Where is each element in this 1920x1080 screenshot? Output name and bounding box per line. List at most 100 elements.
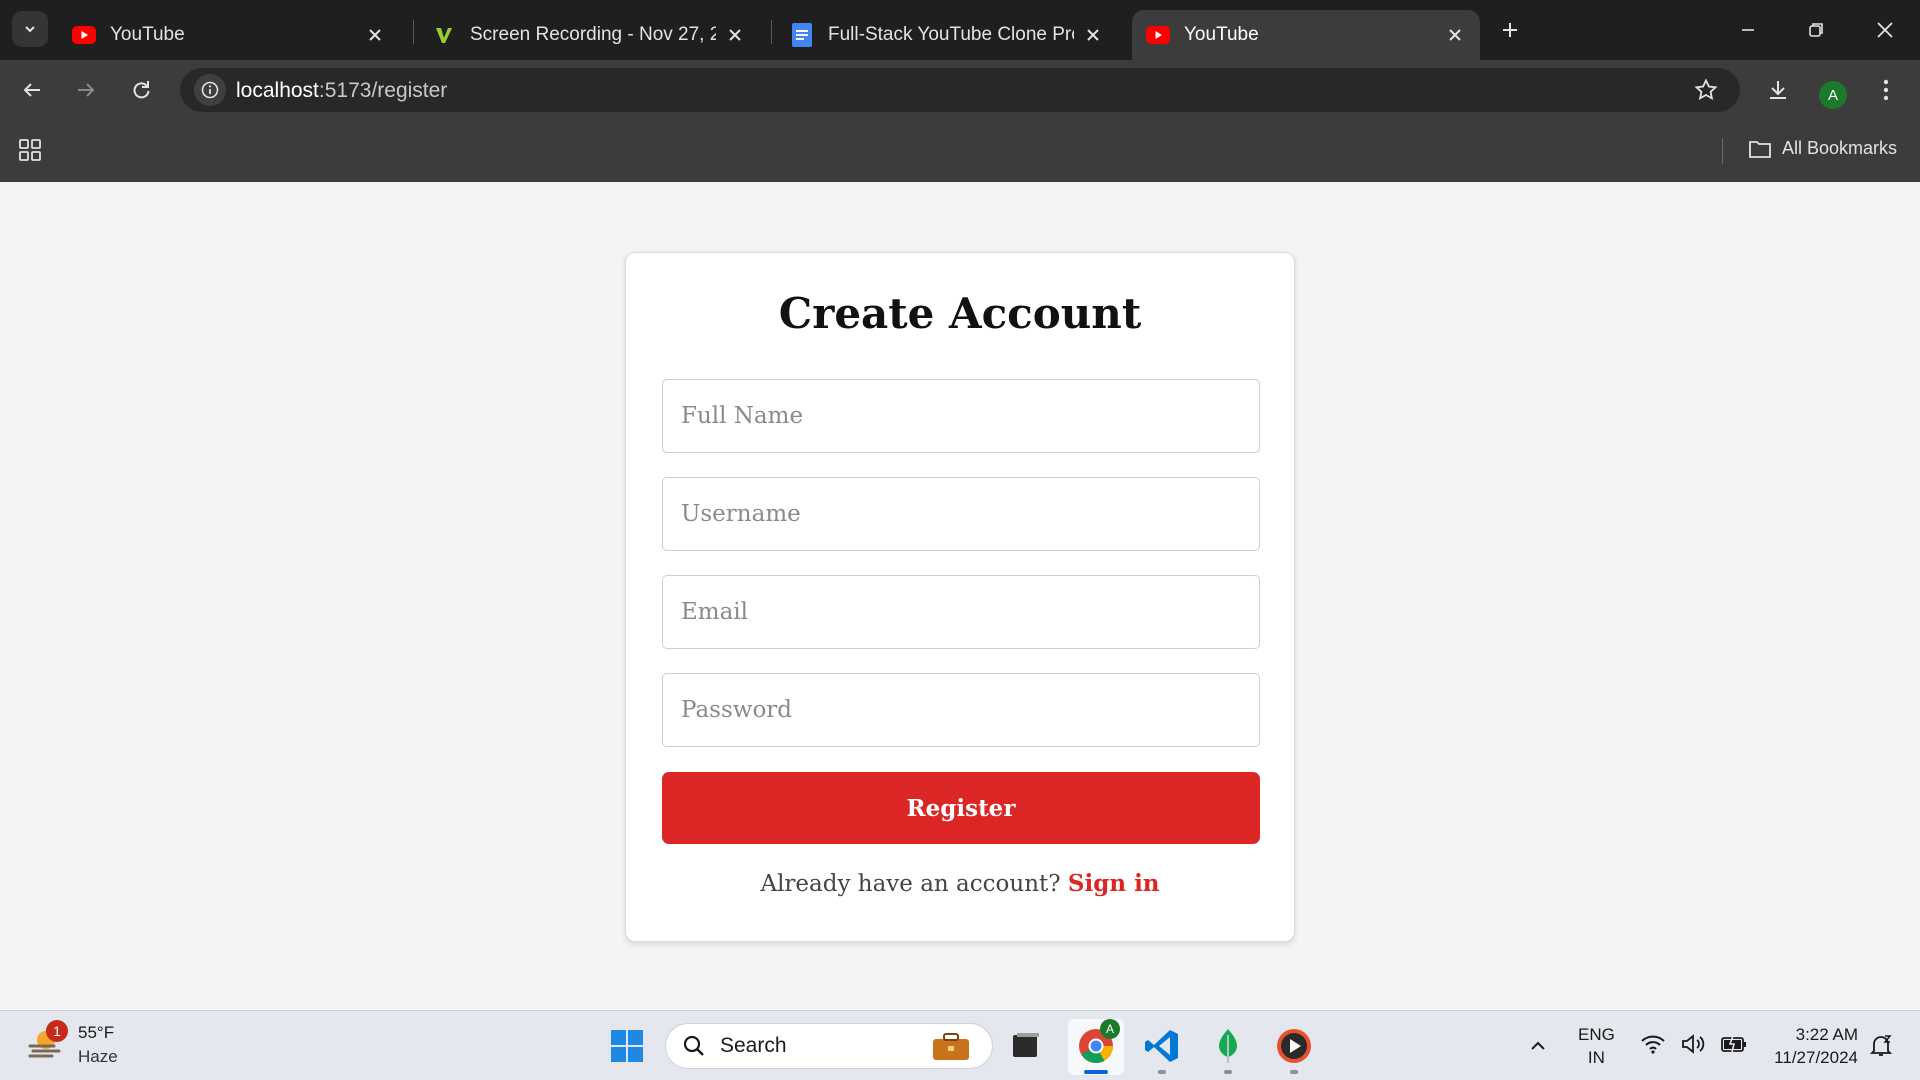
tab-search-button[interactable] bbox=[12, 11, 48, 47]
site-info-icon[interactable] bbox=[194, 74, 226, 106]
youtube-icon bbox=[1146, 23, 1170, 47]
more-vertical-icon bbox=[1883, 79, 1889, 101]
tab-separator bbox=[771, 20, 772, 44]
tab-separator bbox=[413, 20, 414, 44]
restore-button[interactable] bbox=[1796, 10, 1836, 50]
search-label: Search bbox=[720, 1034, 787, 1057]
browser-toolbar: localhost:5173/register A bbox=[0, 60, 1920, 120]
task-view-button[interactable] bbox=[1003, 1024, 1047, 1068]
url-text[interactable]: localhost:5173/register bbox=[236, 79, 447, 103]
tab-title: Screen Recording - Nov 27, 202 bbox=[470, 24, 716, 45]
app-indicator bbox=[1158, 1070, 1166, 1074]
briefcase-icon bbox=[933, 1033, 969, 1060]
address-bar[interactable]: localhost:5173/register bbox=[180, 68, 1740, 112]
chrome-profile-badge: A bbox=[1100, 1019, 1120, 1039]
signin-link[interactable]: Sign in bbox=[1068, 870, 1160, 897]
active-app-indicator bbox=[1084, 1070, 1108, 1074]
search-icon bbox=[683, 1035, 704, 1056]
vscode-icon bbox=[1145, 1030, 1178, 1062]
page-title: Create Account bbox=[778, 289, 1142, 338]
tab-strip: YouTube Screen Recording - Nov 27, 202 F… bbox=[0, 0, 1920, 60]
close-window-button[interactable] bbox=[1865, 10, 1905, 50]
url-host: localhost bbox=[236, 79, 319, 102]
register-card: Create Account Register Already have an … bbox=[625, 252, 1295, 942]
weather-alert-badge: 1 bbox=[46, 1020, 68, 1042]
downloads-button[interactable] bbox=[1760, 72, 1796, 108]
region-code: IN bbox=[1587, 1048, 1605, 1067]
language-indicator[interactable]: ENG IN bbox=[1578, 1023, 1615, 1069]
start-button[interactable] bbox=[605, 1024, 649, 1068]
battery-charging-icon bbox=[1721, 1035, 1746, 1053]
minimize-icon bbox=[1742, 29, 1754, 31]
mongodb-taskbar-button[interactable] bbox=[1206, 1024, 1250, 1068]
vimeo-icon bbox=[432, 23, 456, 47]
restore-icon bbox=[1809, 23, 1823, 37]
youtube-icon bbox=[72, 23, 96, 47]
tab-youtube-1[interactable]: YouTube bbox=[58, 10, 400, 60]
media-player-icon bbox=[1277, 1029, 1311, 1063]
vscode-taskbar-button[interactable] bbox=[1140, 1024, 1184, 1068]
media-player-taskbar-button[interactable] bbox=[1272, 1024, 1316, 1068]
tab-title: Full-Stack YouTube Clone Proje bbox=[828, 24, 1074, 45]
close-icon[interactable] bbox=[1082, 24, 1104, 46]
arrow-right-icon bbox=[78, 83, 95, 97]
tab-title: YouTube bbox=[110, 24, 185, 45]
clock-time: 3:22 AM bbox=[1795, 1025, 1858, 1044]
signin-prompt-row: Already have an account? Sign in bbox=[626, 870, 1294, 897]
system-clock[interactable]: 3:22 AM 11/27/2024 bbox=[1762, 1023, 1858, 1069]
close-icon[interactable] bbox=[724, 24, 746, 46]
wifi-icon bbox=[1641, 1035, 1665, 1054]
all-bookmarks-label: All Bookmarks bbox=[1782, 138, 1898, 158]
weather-widget[interactable]: 1 55°F Haze bbox=[26, 1020, 118, 1069]
mongodb-leaf-icon bbox=[1219, 1029, 1237, 1063]
chevron-up-icon[interactable] bbox=[1527, 1035, 1549, 1057]
language-code: ENG bbox=[1578, 1025, 1615, 1044]
taskbar-search[interactable]: Search bbox=[665, 1023, 993, 1069]
folder-icon bbox=[1749, 140, 1771, 158]
bookmarks-bar: All Bookmarks bbox=[0, 120, 1920, 182]
close-icon bbox=[1877, 22, 1893, 38]
volume-icon bbox=[1682, 1034, 1705, 1054]
menu-button[interactable] bbox=[1868, 72, 1904, 108]
reload-icon bbox=[133, 81, 150, 99]
app-indicator bbox=[1290, 1070, 1298, 1074]
google-docs-icon bbox=[790, 23, 814, 47]
full-name-input[interactable] bbox=[662, 379, 1260, 453]
tab-youtube-active[interactable]: YouTube bbox=[1132, 10, 1480, 60]
taskbar: 1 55°F Haze Search A ENG IN 3:22 AM 11/2… bbox=[0, 1010, 1920, 1080]
register-button[interactable]: Register bbox=[662, 772, 1260, 844]
all-bookmarks-button[interactable]: All Bookmarks bbox=[1748, 138, 1897, 159]
app-indicator bbox=[1224, 1070, 1232, 1074]
tab-title: YouTube bbox=[1184, 24, 1259, 45]
system-tray[interactable] bbox=[1640, 1033, 1748, 1055]
tab-google-doc[interactable]: Full-Stack YouTube Clone Proje bbox=[776, 10, 1118, 60]
plus-icon bbox=[1503, 23, 1517, 37]
haze-weather-icon: 1 bbox=[26, 1020, 68, 1066]
new-tab-button[interactable] bbox=[1494, 14, 1526, 46]
username-input[interactable] bbox=[662, 477, 1260, 551]
profile-avatar[interactable]: A bbox=[1819, 81, 1847, 109]
download-icon bbox=[1770, 81, 1786, 99]
page-content: Create Account Register Already have an … bbox=[0, 182, 1920, 1010]
forward-button[interactable] bbox=[68, 72, 104, 108]
email-input[interactable] bbox=[662, 575, 1260, 649]
windows-logo-icon bbox=[611, 1030, 643, 1062]
url-path: :5173/register bbox=[318, 79, 448, 102]
weather-temperature: 55°F bbox=[78, 1023, 115, 1042]
arrow-left-icon bbox=[23, 83, 40, 97]
password-input[interactable] bbox=[662, 673, 1260, 747]
chevron-down-icon bbox=[25, 26, 35, 33]
notification-bell-icon[interactable] bbox=[1868, 1033, 1894, 1059]
bookmark-star-icon[interactable] bbox=[1694, 78, 1718, 102]
task-view-icon bbox=[1013, 1033, 1039, 1057]
apps-grid-icon[interactable] bbox=[18, 138, 42, 162]
bookmarks-separator bbox=[1722, 138, 1723, 164]
weather-condition: Haze bbox=[78, 1047, 118, 1066]
tab-screen-recording[interactable]: Screen Recording - Nov 27, 202 bbox=[418, 10, 760, 60]
close-icon[interactable] bbox=[364, 24, 386, 46]
reload-button[interactable] bbox=[123, 72, 159, 108]
back-button[interactable] bbox=[14, 72, 50, 108]
signin-prompt-text: Already have an account? bbox=[760, 871, 1061, 897]
close-icon[interactable] bbox=[1444, 24, 1466, 46]
minimize-button[interactable] bbox=[1728, 10, 1768, 50]
